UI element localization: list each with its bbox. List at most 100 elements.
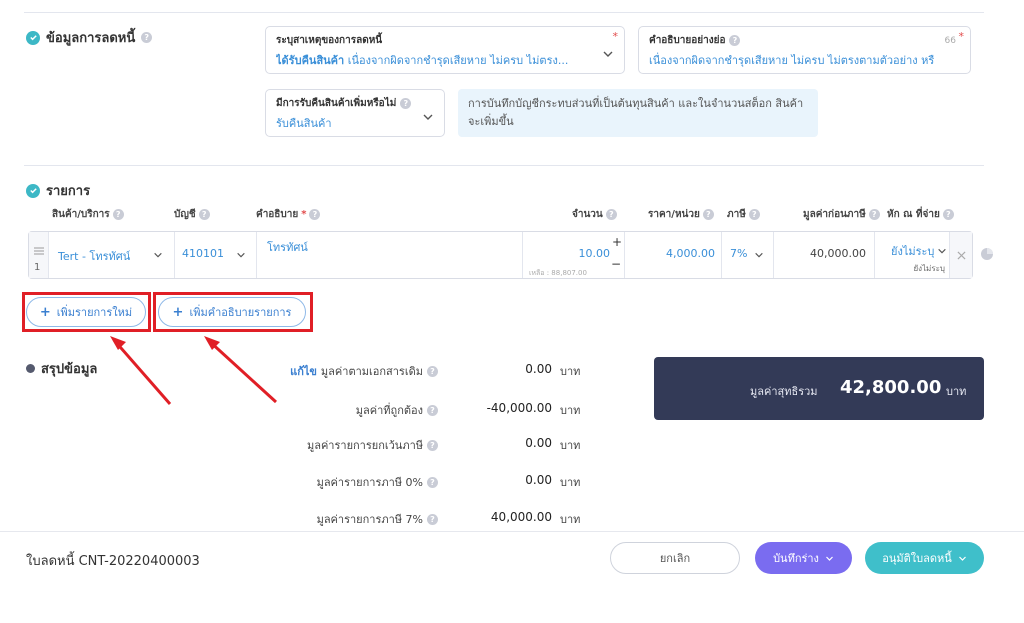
required-mark: * [612,30,619,43]
summary-value: 0.00 [525,473,552,487]
pretax-value: 40,000.00 [810,247,866,260]
help-icon: ? [942,209,954,220]
summary-value: 0.00 [525,362,552,376]
description-value: โทรทัศน์ [267,241,308,254]
help-icon: ? [702,209,714,220]
edit-link[interactable]: แก้ไข [290,362,317,380]
debt-info-section-title: ข้อมูลการลดหนี้ ? [26,27,153,48]
withholding-value: ยังไม่ระบุ [891,245,935,258]
unit-price-input[interactable]: 4,000.00 [625,232,722,278]
return-goods-value: รับคืนสินค้า [276,117,332,130]
row-index: 1 [34,262,41,273]
quantity-stepper[interactable]: 10.00 + − เหลือ : 88,807.00 [523,232,625,278]
close-icon [956,250,966,260]
check-circle-icon [26,30,40,45]
increment-icon[interactable]: + [612,235,622,249]
cancel-button[interactable]: ยกเลิก [610,542,740,574]
section-divider [24,165,984,166]
summary-value: 40,000.00 [490,510,552,524]
chevron-down-icon [755,252,763,258]
summary-unit: บาท [560,513,581,526]
accounting-info-note: การบันทึกบัญชีกระทบส่วนที่เป็นต้นทุนสินค… [458,89,818,137]
chevron-down-icon [154,252,162,258]
pie-chart-icon[interactable] [980,247,994,261]
col-pretax: มูลค่าก่อนภาษี? [803,207,880,222]
summary-line-vat7: มูลค่ารายการภาษี 7%? [260,510,438,528]
col-unit-price: ราคา/หน่วย? [648,207,714,222]
short-description-label: คำอธิบายอย่างย่อ [649,35,726,46]
withholding-subvalue: ยังไม่ระบุ [913,264,945,273]
withholding-select[interactable]: ยังไม่ระบุ ยังไม่ระบุ [875,232,950,278]
net-total-unit: บาท [946,385,967,398]
unit-price-value: 4,000.00 [666,247,715,260]
drag-icon [34,247,44,255]
items-section-title: รายการ [26,180,90,201]
decrement-icon[interactable]: − [611,257,621,271]
help-icon: ? [198,209,210,220]
check-circle-icon [26,183,40,198]
chevron-down-icon [423,114,433,120]
help-icon: ? [427,365,438,377]
product-value: Tert - โทรทัศน์ [58,250,131,263]
tax-value: 7% [730,247,748,260]
help-icon: ? [400,98,412,109]
summary-line-exempt: มูลค่ารายการยกเว้นภาษี? [260,436,438,454]
col-withholding: หัก ณ ที่จ่าย? [887,207,954,222]
bullet-dot-icon [26,364,35,373]
table-row: 1 Tert - โทรทัศน์ 410101 โทรทัศน์ 10.00 … [28,231,973,279]
chevron-down-icon [237,252,245,258]
chevron-down-icon [826,556,833,561]
pretax-value-cell: 40,000.00 [774,232,875,278]
help-icon: ? [427,439,438,451]
summary-unit: บาท [560,365,581,378]
document-title: ใบลดหนี้ CNT-20220400003 [26,554,200,569]
short-description-field[interactable]: คำอธิบายอย่างย่อ? 66 * เนื่องจากผิดจากชำ… [638,26,971,74]
return-goods-select[interactable]: มีการรับคืนสินค้าเพิ่มหรือไม่? รับคืนสิน… [265,89,445,137]
remove-row-button[interactable] [950,232,972,278]
reason-value-rest: เนื่องจากผิดจากชำรุดเสียหาย ไม่ครบ ไม่ตร… [344,54,569,67]
required-mark: * [301,209,307,220]
reason-label: ระบุสาเหตุของการลดหนี้ [276,35,383,46]
summary-line-correct: มูลค่าที่ถูกต้อง? [280,401,438,419]
top-divider [24,12,984,13]
help-icon: ? [605,209,617,220]
approve-button[interactable]: อนุมัติใบลดหนี้ [865,542,984,574]
chevron-down-icon [958,556,966,561]
col-account: บัญชี? [174,207,210,222]
help-icon: ? [309,209,321,220]
tax-select[interactable]: 7% [722,232,774,278]
description-input[interactable]: โทรทัศน์ [257,232,523,278]
col-quantity: จำนวน? [572,207,617,222]
remaining-stock: เหลือ : 88,807.00 [529,269,587,277]
annotation-box [153,292,313,332]
chevron-down-icon [938,248,946,254]
net-total-label: มูลค่าสุทธิรวม [750,385,818,398]
quantity-value: 10.00 [578,247,611,260]
summary-line-original: แก้ไข มูลค่าตามเอกสารเดิม? [280,362,438,380]
account-select[interactable]: 410101 [175,232,257,278]
summary-value: -40,000.00 [486,401,552,415]
required-mark: * [958,30,965,43]
drag-handle[interactable]: 1 [29,232,49,278]
help-icon: ? [729,35,741,46]
save-draft-button[interactable]: บันทึกร่าง [755,542,852,574]
short-description-value: เนื่องจากผิดจากชำรุดเสียหาย ไม่ครบ ไม่ตร… [649,54,935,67]
summary-unit: บาท [560,476,581,489]
chevron-down-icon [603,51,613,57]
help-icon: ? [427,404,438,416]
col-product: สินค้า/บริการ? [52,207,124,222]
summary-value: 0.00 [525,436,552,450]
annotation-arrows [110,336,278,405]
footer-bar: ใบลดหนี้ CNT-20220400003 ยกเลิก บันทึกร่… [0,531,1024,623]
product-select[interactable]: Tert - โทรทัศน์ [49,232,175,278]
summary-unit: บาท [560,439,581,452]
help-icon: ? [748,209,760,220]
col-description: คำอธิบาย *? [256,207,321,222]
net-total-value: 42,800.00 [840,377,942,398]
reason-value-bold: ได้รับคืนสินค้า [276,54,345,67]
char-counter: 66 [944,36,956,46]
reason-select[interactable]: ระบุสาเหตุของการลดหนี้ * ได้รับคืนสินค้า… [265,26,625,74]
help-icon: ? [141,32,153,43]
col-tax: ภาษี? [727,207,760,222]
summary-unit: บาท [560,404,581,417]
